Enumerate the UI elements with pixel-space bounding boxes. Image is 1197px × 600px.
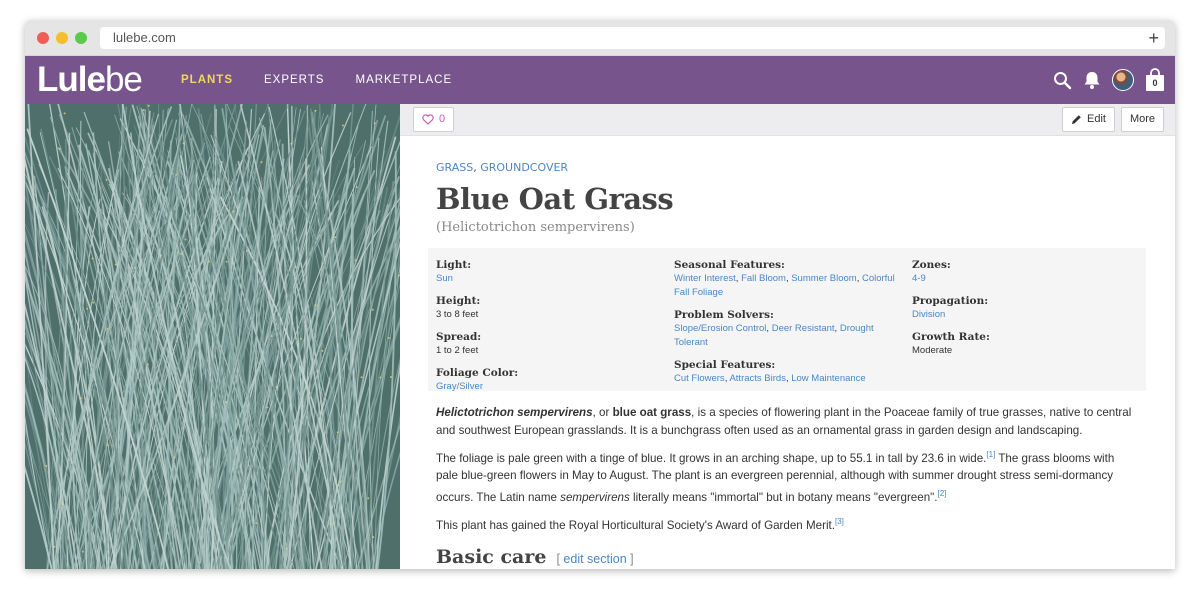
plant-attributes: Light: Sun Height: 3 to 8 feet Spread: 1… [428,248,1146,394]
propagation-link[interactable]: Division [912,309,945,320]
attributes-column-1: Light: Sun Height: 3 to 8 feet Spread: 1… [436,258,666,402]
seasonal-link[interactable]: Fall Bloom [741,273,786,284]
zones-link[interactable]: 4-9 [912,273,926,284]
cart-count-badge: 0 [1149,77,1161,89]
attribute-spread: Spread: 1 to 2 feet [436,330,666,358]
close-window-button[interactable] [37,32,49,44]
attribute-label: Problem Solvers: [674,309,774,321]
text-run: The foliage is pale green with a tinge o… [436,451,987,465]
attribute-height: Height: 3 to 8 feet [436,294,666,322]
text-run: literally means "immortal" but in botany… [629,490,938,504]
lulebe-logo[interactable]: Lulebe [37,60,143,100]
problem-solver-link[interactable]: Deer Resistant [772,323,835,334]
special-feature-link[interactable]: Attracts Birds [729,373,786,384]
plant-photo [25,104,400,569]
attribute-zones: Zones: 4-9 [912,258,1132,286]
edit-label: Edit [1087,113,1106,125]
category-breadcrumb: GRASS, GROUNDCOVER [436,161,568,174]
text-run: , or [592,406,613,419]
address-bar-url: lulebe.com [113,30,176,45]
basic-care-section-heading: Basic care [ edit section ] [436,546,634,568]
attribute-label: Propagation: [912,295,989,307]
nav-link-plants[interactable]: PLANTS [181,74,233,86]
spread-value: 1 to 2 feet [436,345,479,356]
nav-links: PLANTS EXPERTS MARKETPLACE [181,56,452,104]
nav-link-marketplace[interactable]: MARKETPLACE [355,74,452,86]
attribute-seasonal-features: Seasonal Features: Winter Interest, Fall… [674,258,906,300]
attribute-label: Zones: [912,259,951,271]
edit-section-link[interactable]: edit section [563,552,626,566]
foliage-color-link[interactable]: Gray/Silver [436,381,483,392]
citation-link[interactable]: [2] [938,489,947,498]
attribute-label: Spread: [436,331,482,343]
heart-icon [422,114,434,125]
logo-light-text: be [104,60,143,99]
browser-window: lulebe.com + Lulebe PLANTS EXPERTS MARKE… [25,20,1175,569]
text-run: This plant has gained the Royal Horticul… [436,519,835,533]
attribute-foliage-color: Foliage Color: Gray/Silver [436,366,666,394]
attribute-growth-rate: Growth Rate: Moderate [912,330,1132,358]
description-paragraph-2: The foliage is pale green with a tinge o… [436,446,1136,506]
nav-icons: 0 [1053,56,1165,104]
common-name-bold: blue oat grass [612,406,692,419]
like-button[interactable]: 0 [413,107,455,132]
attribute-label: Foliage Color: [436,367,519,379]
shopping-bag-icon[interactable]: 0 [1145,68,1165,92]
attribute-propagation: Propagation: Division [912,294,1132,322]
special-feature-link[interactable]: Cut Flowers [674,373,725,384]
more-button[interactable]: More [1120,107,1164,132]
category-link-groundcover[interactable]: GROUNDCOVER [480,161,568,174]
height-value: 3 to 8 feet [436,309,479,320]
more-label: More [1129,113,1155,125]
description-paragraph-1: Helictotrichon sempervirens, or blue oat… [436,404,1136,439]
minimize-window-button[interactable] [56,32,68,44]
plant-latin-name: (Helictotrichon sempervirens) [436,220,635,235]
category-link-grass[interactable]: GRASS [436,161,473,174]
attribute-light: Light: Sun [436,258,666,286]
problem-solver-link[interactable]: Slope/Erosion Control [674,323,766,334]
logo-bold-text: Lule [37,60,106,99]
citation-link[interactable]: [1] [986,450,995,459]
attribute-special-features: Special Features: Cut Flowers, Attracts … [674,358,906,386]
section-title: Basic care [436,546,547,568]
attribute-label: Growth Rate: [912,331,990,343]
seasonal-link[interactable]: Winter Interest [674,273,736,284]
attribute-label: Height: [436,295,481,307]
address-bar[interactable]: lulebe.com + [100,27,1165,49]
content-toolbar: 0 Edit More [400,104,1175,136]
attribute-problem-solvers: Problem Solvers: Slope/Erosion Control, … [674,308,906,350]
new-tab-plus-icon[interactable]: + [1148,27,1159,49]
top-navigation: Lulebe PLANTS EXPERTS MARKETPLACE 0 [25,56,1175,104]
search-icon[interactable] [1053,71,1072,90]
attribute-label: Light: [436,259,472,271]
browser-chrome: lulebe.com + [25,20,1175,56]
maximize-window-button[interactable] [75,32,87,44]
attribute-label: Special Features: [674,359,776,371]
growth-rate-value: Moderate [912,345,953,356]
edit-button[interactable]: Edit [1062,107,1115,132]
latin-term-emphasis: sempervirens [560,490,630,504]
pencil-icon [1072,115,1081,124]
notifications-bell-icon[interactable] [1083,70,1101,90]
description-paragraph-3: This plant has gained the Royal Horticul… [436,513,1136,534]
attributes-column-2: Seasonal Features: Winter Interest, Fall… [674,258,906,394]
attribute-label: Seasonal Features: [674,259,785,271]
plant-content: 0 Edit More GRASS, GROUNDCOVER Blue Oat … [400,104,1175,569]
attributes-column-3: Zones: 4-9 Propagation: Division Growth … [912,258,1132,366]
light-value-link[interactable]: Sun [436,273,453,284]
like-count: 0 [439,113,446,125]
special-feature-link[interactable]: Low Maintenance [791,373,865,384]
citation-link[interactable]: [3] [835,517,844,526]
user-avatar[interactable] [1112,69,1134,91]
seasonal-link[interactable]: Summer Bloom [791,273,856,284]
plant-title: Blue Oat Grass [436,182,674,216]
bracket: ] [630,552,634,566]
latin-name-emphasis: Helictotrichon sempervirens [436,406,593,419]
plant-description: Helictotrichon sempervirens, or blue oat… [436,404,1136,542]
bracket: [ [556,552,560,566]
nav-link-experts[interactable]: EXPERTS [264,74,324,86]
